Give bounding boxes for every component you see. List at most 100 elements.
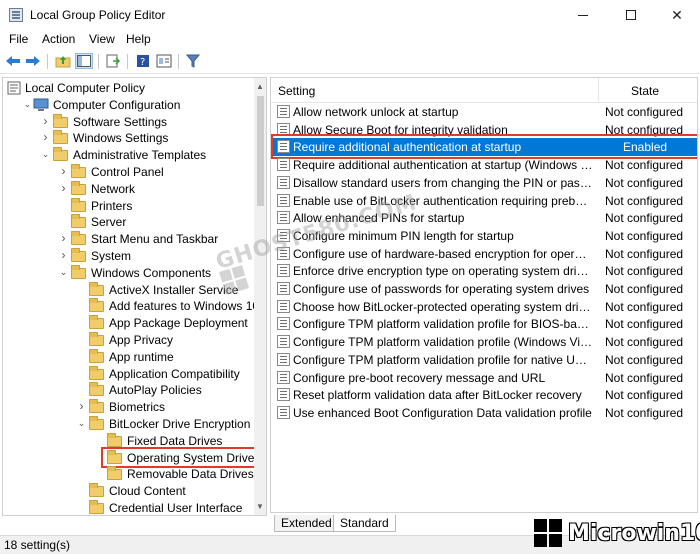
console-tree[interactable]: Local Computer Policy ⌄ Computer Configura… (2, 77, 267, 516)
menu-help[interactable]: Help (126, 32, 151, 46)
setting-row[interactable]: Require additional authentication at sta… (271, 134, 697, 160)
chevron-right-icon[interactable]: › (77, 400, 86, 412)
tree-item[interactable]: ⌄ BitLocker Drive Encryption (3, 415, 253, 432)
scroll-up-icon[interactable]: ▲ (256, 82, 264, 91)
tree-item[interactable]: Operating System Drives (3, 446, 261, 468)
tree-item[interactable]: › Windows Settings (3, 129, 253, 146)
tree-item[interactable]: AutoPlay Policies (3, 381, 253, 398)
tab-extended[interactable]: Extended (274, 515, 339, 532)
tree-scrollbar[interactable]: ▲ ▼ (254, 78, 266, 515)
folder-icon (89, 483, 104, 498)
toolbar-separator (178, 54, 179, 69)
properties-button[interactable] (155, 53, 173, 69)
svg-text:?: ? (140, 57, 145, 68)
filter-button[interactable] (184, 53, 202, 69)
maximize-button[interactable] (608, 0, 654, 30)
setting-row[interactable]: Configure pre-boot recovery message and … (271, 369, 697, 387)
show-hide-tree-button[interactable] (75, 53, 93, 69)
tree-item[interactable]: Local Computer Policy (3, 79, 253, 96)
setting-row[interactable]: Enable use of BitLocker authentication r… (271, 192, 697, 210)
policy-setting-icon (277, 388, 290, 402)
setting-state: Not configured (605, 228, 684, 243)
tree-item[interactable]: › Software Settings (3, 113, 253, 130)
scroll-down-icon[interactable]: ▼ (256, 502, 264, 511)
tree-item[interactable]: Printers (3, 197, 253, 214)
folder-icon (71, 248, 86, 262)
tree-item[interactable]: Removable Data Drives (3, 465, 254, 482)
chevron-down-icon[interactable]: ⌄ (41, 150, 50, 159)
back-button[interactable] (4, 53, 22, 69)
minimize-button[interactable] (560, 0, 606, 30)
help-button[interactable]: ? (134, 53, 152, 69)
tree-item-label: BitLocker Drive Encryption (109, 417, 251, 431)
setting-row[interactable]: Disallow standard users from changing th… (271, 174, 697, 192)
setting-row[interactable]: Choose how BitLocker-protected operating… (271, 298, 697, 316)
setting-state: Not configured (605, 388, 684, 403)
export-list-button[interactable] (104, 53, 122, 69)
setting-row[interactable]: Configure TPM platform validation profil… (271, 315, 697, 333)
chevron-down-icon[interactable]: ⌄ (23, 99, 32, 109)
tree-item[interactable]: App Privacy (3, 331, 253, 348)
setting-row[interactable]: Configure TPM platform validation profil… (271, 333, 697, 351)
tree-item-label: App runtime (109, 349, 174, 364)
policy-setting-icon (277, 105, 290, 118)
tree-item[interactable]: ActiveX Installer Service (3, 281, 253, 298)
chevron-right-icon[interactable]: › (41, 115, 50, 127)
windows-logo-icon (534, 519, 562, 547)
column-header-setting[interactable]: Setting (278, 84, 315, 98)
tree-item[interactable]: Credential User Interface (3, 499, 253, 515)
folder-icon (53, 130, 68, 145)
up-folder-button[interactable] (54, 53, 72, 69)
setting-name: Use enhanced Boot Configuration Data val… (293, 405, 592, 420)
setting-row[interactable]: Configure use of passwords for operating… (271, 280, 697, 298)
setting-row[interactable]: Require additional authentication at sta… (271, 156, 697, 174)
column-divider[interactable] (598, 78, 599, 103)
menu-view[interactable]: View (89, 32, 115, 46)
settings-list[interactable]: Setting State Allow network unlock at st… (270, 77, 698, 513)
setting-state: Not configured (605, 211, 684, 226)
tree-item[interactable]: Add features to Windows 10 (3, 297, 259, 314)
chevron-right-icon[interactable]: › (41, 131, 50, 143)
menu-action[interactable]: Action (42, 32, 75, 46)
setting-name: Configure TPM platform validation profil… (293, 335, 593, 350)
chevron-right-icon[interactable]: › (59, 165, 68, 177)
chevron-down-icon[interactable]: ⌄ (77, 419, 86, 428)
brand-logo: Microwin10 (534, 516, 700, 550)
tree-item[interactable]: Server (3, 213, 253, 230)
close-button[interactable]: ✕ (654, 0, 700, 30)
folder-icon (53, 147, 68, 162)
help-book-icon: ? (137, 55, 149, 68)
tree-item[interactable]: App Package Deployment (3, 314, 253, 331)
tree-item[interactable]: › Network (3, 180, 253, 197)
tree-item-label: Credential User Interface (109, 501, 243, 515)
tree-item[interactable]: › Biometrics (3, 398, 253, 415)
chevron-right-icon[interactable]: › (59, 232, 68, 244)
setting-row[interactable]: Enforce drive encryption type on operati… (271, 262, 697, 280)
forward-button[interactable] (24, 53, 42, 69)
filter-icon (186, 54, 200, 68)
chevron-down-icon[interactable]: ⌄ (59, 267, 68, 277)
tree-item-label: Software Settings (73, 114, 168, 129)
tree-item[interactable]: › Start Menu and Taskbar (3, 230, 253, 247)
tree-item[interactable]: Cloud Content (3, 482, 253, 499)
scroll-thumb[interactable] (257, 96, 264, 206)
tree-item[interactable]: ⌄ Administrative Templates (3, 146, 253, 163)
chevron-right-icon[interactable]: › (59, 182, 68, 194)
tree-item[interactable]: ⌄ Computer Configuration (3, 96, 253, 113)
tree-item[interactable]: App runtime (3, 348, 253, 365)
setting-row[interactable]: Allow network unlock at startup Not confi… (271, 103, 697, 121)
tree-item[interactable]: › Control Panel (3, 163, 253, 180)
column-header-state[interactable]: State (631, 84, 659, 98)
chevron-right-icon[interactable]: › (59, 249, 68, 261)
setting-row[interactable]: Configure TPM platform validation profil… (271, 351, 697, 369)
setting-state: Not configured (605, 282, 684, 296)
tree-item[interactable]: ⌄ Windows Components (3, 264, 253, 281)
tree-item-label: AutoPlay Policies (109, 383, 202, 398)
tree-item[interactable]: Application Compatibility (3, 365, 253, 382)
tab-standard[interactable]: Standard (333, 515, 396, 532)
setting-name: Configure TPM platform validation profil… (293, 352, 593, 367)
setting-row[interactable]: Configure use of hardware-based encrypti… (271, 245, 697, 263)
menu-file[interactable]: File (9, 32, 28, 46)
setting-row[interactable]: Use enhanced Boot Configuration Data val… (271, 404, 697, 422)
setting-row[interactable]: Reset platform validation data after Bit… (271, 386, 697, 404)
